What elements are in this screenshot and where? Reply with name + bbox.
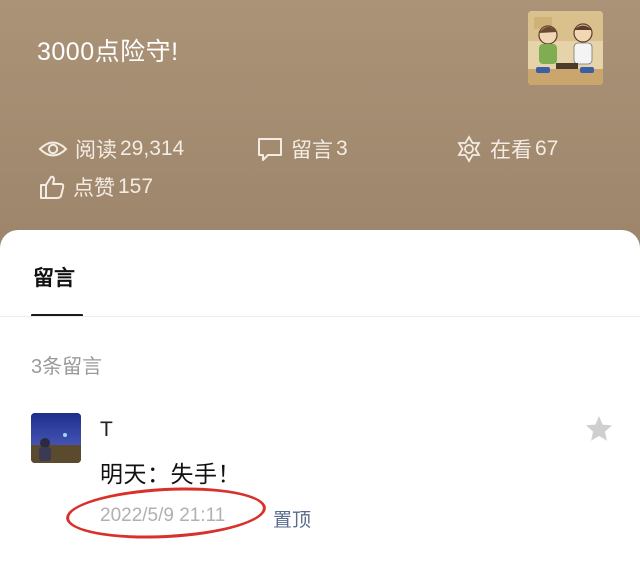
article-cover-thumbnail[interactable] <box>528 11 603 85</box>
read-count: 29,314 <box>120 137 185 160</box>
avatar[interactable] <box>31 413 81 463</box>
comment-count: 3 <box>336 137 348 160</box>
star-icon[interactable] <box>585 415 613 442</box>
like-stat[interactable]: 点赞 157 <box>38 172 153 202</box>
watch-label: 在看 <box>490 139 532 162</box>
watch-stat[interactable]: 在看 67 <box>455 134 558 164</box>
tab-comments[interactable]: 留言 <box>33 262 75 292</box>
thumbs-up-icon <box>40 175 65 199</box>
read-label: 阅读 <box>75 139 117 162</box>
comment-text: 明天：失手！ <box>100 461 241 487</box>
divider <box>0 316 640 317</box>
pin-comment-button[interactable]: 置顶 <box>273 505 311 532</box>
eye-icon <box>38 141 68 157</box>
comment-stat[interactable]: 留言 3 <box>256 134 348 164</box>
comment-label: 留言 <box>291 139 333 162</box>
read-stat: 阅读 29,314 <box>38 134 184 164</box>
comment-username: T <box>100 418 113 441</box>
watch-count: 67 <box>535 137 559 160</box>
comment-count-label: 3条留言 <box>31 356 103 378</box>
like-label: 点赞 <box>73 177 115 200</box>
watch-flower-icon <box>457 135 481 163</box>
comment-bubble-icon <box>258 138 282 161</box>
like-count: 157 <box>118 175 154 198</box>
article-title: 3000点险守! <box>37 38 179 66</box>
